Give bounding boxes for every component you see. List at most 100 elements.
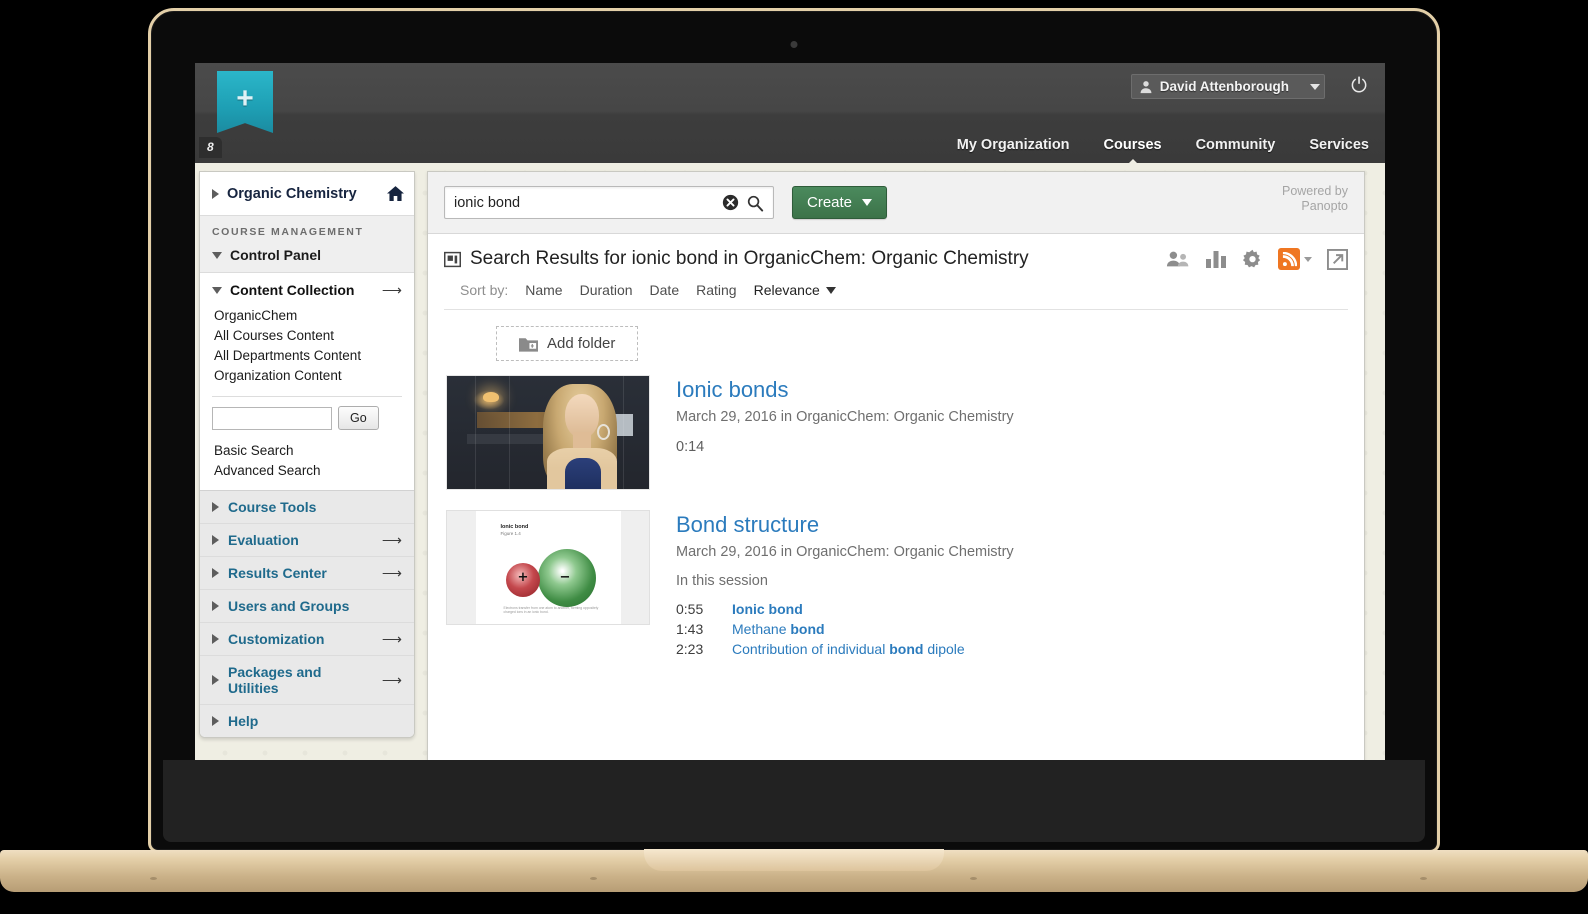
timestamp-time: 2:23	[676, 641, 704, 657]
triangle-right-icon	[212, 634, 219, 644]
result-item[interactable]: Ionic bonds March 29, 2016 in OrganicChe…	[428, 361, 1364, 490]
triangle-right-icon	[212, 601, 219, 611]
sidebar-item-packages-and-utilities[interactable]: Packages and Utilities ⟶	[200, 656, 414, 705]
result-duration: 0:14	[676, 439, 705, 455]
sidebar-item-results-center[interactable]: Results Center ⟶	[200, 557, 414, 590]
stats-bar-chart-icon[interactable]	[1205, 250, 1227, 269]
caret-down-icon	[1304, 256, 1312, 262]
arrow-right-icon[interactable]: ⟶	[382, 283, 402, 297]
gear-icon[interactable]	[1242, 249, 1263, 270]
create-button[interactable]: Create	[792, 186, 888, 219]
panopto-search-bar: Create Powered by Panopto	[428, 172, 1364, 234]
video-still-art	[447, 376, 649, 489]
home-icon[interactable]	[387, 185, 404, 202]
sidebar-link-basic-search[interactable]: Basic Search	[212, 440, 402, 460]
slide-subtitle: Figure 1.4	[500, 531, 521, 536]
user-avatar-icon	[1140, 80, 1152, 93]
folder-window-icon	[444, 251, 461, 267]
clear-circle-icon[interactable]	[722, 194, 739, 211]
sort-option-rating[interactable]: Rating	[696, 282, 736, 298]
sort-by-label: Sort by:	[460, 282, 509, 298]
sort-option-name[interactable]: Name	[525, 282, 562, 298]
blackboard-plus-logo[interactable]: +	[217, 71, 273, 133]
sidebar-item-evaluation[interactable]: Evaluation ⟶	[200, 524, 414, 557]
sidebar-item-customization[interactable]: Customization ⟶	[200, 623, 414, 656]
timestamp-link[interactable]: Ionic bond	[732, 599, 803, 619]
laptop-lid: + 8 David Attenborough ⏻ My Organization…	[148, 8, 1440, 853]
laptop-base	[0, 849, 1588, 892]
sidebar-link-advanced-search[interactable]: Advanced Search	[212, 460, 402, 480]
sort-bar: Sort by: Name Duration Date Rating Relev…	[444, 282, 1348, 310]
rss-feed-icon[interactable]	[1278, 248, 1300, 270]
share-users-icon[interactable]	[1166, 250, 1190, 268]
triangle-down-icon	[212, 251, 222, 259]
powered-by-panopto: Powered by Panopto	[1282, 184, 1348, 214]
nav-services[interactable]: Services	[1309, 137, 1369, 155]
sidebar-item-label: Users and Groups	[228, 598, 350, 614]
content-collection-label: Content Collection	[230, 282, 355, 298]
nav-community[interactable]: Community	[1196, 137, 1276, 155]
sidebar-course-header[interactable]: Organic Chemistry	[200, 172, 414, 215]
rss-feed-group[interactable]	[1278, 248, 1312, 270]
sidebar-go-button[interactable]: Go	[338, 406, 379, 430]
sidebar-search-input[interactable]	[212, 406, 332, 430]
sidebar-link-all-courses-content[interactable]: All Courses Content	[212, 325, 402, 345]
sidebar-tools-list: Course Tools Evaluation ⟶ Results Center…	[200, 490, 414, 737]
sidebar-item-control-panel[interactable]: Control Panel	[212, 247, 402, 263]
result-title[interactable]: Bond structure	[676, 512, 1014, 538]
sidebar-link-all-departments-content[interactable]: All Departments Content	[212, 345, 402, 365]
timestamp-link[interactable]: Methane bond	[732, 619, 825, 639]
user-menu[interactable]: David Attenborough	[1130, 74, 1325, 99]
sidebar-item-help[interactable]: Help	[200, 705, 414, 737]
sidebar-search-row: Go	[212, 406, 402, 440]
webcam	[790, 41, 798, 48]
sort-option-duration[interactable]: Duration	[580, 282, 633, 298]
lid-chin	[163, 760, 1425, 842]
add-folder-button[interactable]: Add folder	[496, 326, 639, 361]
sidebar-link-organization-content[interactable]: Organization Content	[212, 365, 402, 385]
arrow-right-icon[interactable]: ⟶	[382, 673, 402, 687]
slide-title: Ionic bond	[500, 524, 529, 530]
result-thumbnail[interactable]: Ionic bond Figure 1.4 + − Electrons tran…	[446, 510, 650, 625]
sort-option-relevance[interactable]: Relevance	[754, 282, 820, 298]
results-header: Search Results for ionic bond in Organic…	[428, 234, 1364, 282]
panopto-card: Create Powered by Panopto	[427, 171, 1365, 811]
powered-by-line1: Powered by	[1281, 184, 1348, 198]
power-icon[interactable]: ⏻	[1351, 75, 1367, 97]
timestamp-post: dipole	[923, 641, 965, 657]
corner-tag: 8	[199, 137, 222, 158]
slide-caption: Electrons transfer from one atom to anot…	[503, 606, 599, 614]
result-meta: March 29, 2016 in OrganicChem: Organic C…	[676, 409, 1014, 425]
open-external-icon[interactable]	[1327, 248, 1348, 270]
sidebar-item-label: Customization	[228, 631, 325, 647]
magnifier-icon[interactable]	[746, 194, 764, 212]
caret-down-icon	[862, 199, 873, 206]
nav-my-organization[interactable]: My Organization	[957, 137, 1070, 155]
sidebar-link-organicchem[interactable]: OrganicChem	[212, 305, 402, 325]
timestamp-row[interactable]: 0:55 Ionic bond	[676, 599, 1014, 619]
sidebar-item-content-collection[interactable]: Content Collection ⟶	[212, 282, 402, 298]
in-this-session-label: In this session	[676, 573, 768, 589]
arrow-right-icon[interactable]: ⟶	[382, 533, 402, 547]
sidebar-item-label: Results Center	[228, 565, 327, 581]
result-title[interactable]: Ionic bonds	[676, 377, 1014, 403]
create-button-label: Create	[807, 194, 853, 211]
timestamp-row[interactable]: 1:43 Methane bond	[676, 619, 1014, 639]
result-thumbnail[interactable]	[446, 375, 650, 490]
arrow-right-icon[interactable]: ⟶	[382, 632, 402, 646]
nav-courses[interactable]: Courses	[1104, 137, 1162, 172]
timestamp-row[interactable]: 2:23 Contribution of individual bond dip…	[676, 639, 1014, 659]
result-item[interactable]: Ionic bond Figure 1.4 + − Electrons tran…	[428, 490, 1364, 659]
arrow-right-icon[interactable]: ⟶	[382, 566, 402, 580]
sidebar-item-course-tools[interactable]: Course Tools	[200, 491, 414, 524]
course-management-section: COURSE MANAGEMENT Control Panel	[200, 215, 414, 273]
sidebar-item-label: Help	[228, 713, 259, 729]
sort-option-date[interactable]: Date	[650, 282, 680, 298]
sidebar-divider	[212, 396, 402, 397]
timestamp-time: 1:43	[676, 621, 704, 637]
timestamp-link[interactable]: Contribution of individual bond dipole	[732, 639, 965, 659]
triangle-right-icon	[212, 568, 219, 578]
sidebar-item-users-and-groups[interactable]: Users and Groups	[200, 590, 414, 623]
results-middle: in	[718, 248, 744, 269]
sidebar-item-label: Evaluation	[228, 532, 299, 548]
